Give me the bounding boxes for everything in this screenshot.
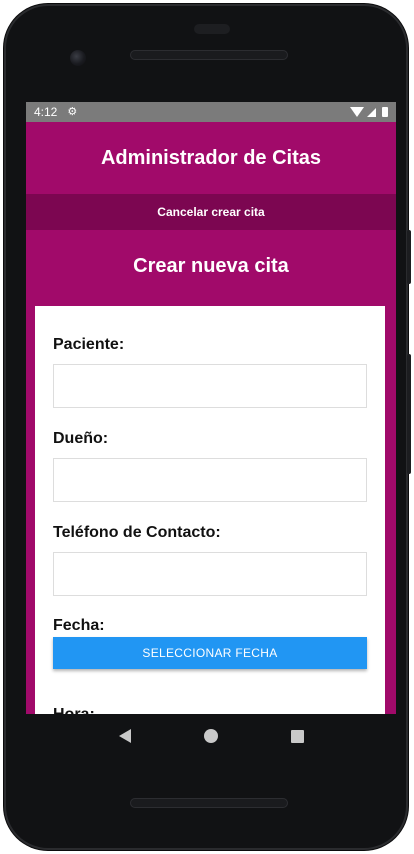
power-button[interactable]	[407, 230, 411, 284]
top-speaker	[130, 50, 288, 60]
app-title: Administrador de Citas	[100, 146, 322, 169]
signal-icon	[367, 107, 376, 117]
section-title: Crear nueva cita	[133, 254, 289, 277]
paciente-label: Paciente:	[53, 336, 125, 353]
dueno-input[interactable]	[53, 458, 367, 502]
hora-label: Hora:	[53, 706, 95, 714]
app-screen: 4:12 ⚙ Administrador de Citas Cancelar c…	[26, 102, 396, 714]
status-bar: 4:12 ⚙	[26, 102, 396, 122]
dueno-label: Dueño:	[53, 430, 109, 447]
fecha-label: Fecha:	[53, 617, 105, 634]
back-icon[interactable]	[118, 729, 131, 743]
telefono-input[interactable]	[53, 552, 367, 596]
front-camera-icon	[70, 50, 86, 66]
battery-icon	[382, 107, 388, 117]
bottom-speaker	[130, 798, 288, 808]
paciente-input[interactable]	[53, 364, 367, 408]
gear-icon: ⚙	[67, 105, 78, 118]
recents-icon[interactable]	[290, 729, 304, 743]
appointment-form: Paciente: Dueño: Teléfono de Contacto: F…	[35, 306, 385, 714]
navigation-bar	[26, 714, 396, 758]
cancel-create-button[interactable]: Cancelar crear cita	[26, 194, 396, 230]
home-icon[interactable]	[203, 729, 218, 743]
status-time: 4:12	[34, 105, 58, 119]
telefono-label: Teléfono de Contacto:	[53, 524, 221, 541]
phone-frame: 4:12 ⚙ Administrador de Citas Cancelar c…	[4, 4, 411, 850]
earpiece	[194, 24, 230, 34]
volume-button[interactable]	[407, 354, 411, 474]
select-date-button[interactable]: SELECCIONAR FECHA	[53, 637, 367, 669]
wifi-icon	[350, 107, 364, 117]
